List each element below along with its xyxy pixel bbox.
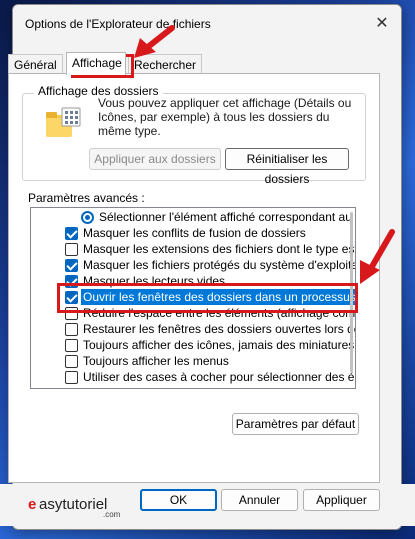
checkbox-hide-extensions[interactable] (65, 243, 78, 256)
checkbox-hide-protected[interactable] (65, 259, 78, 272)
tab-rechercher[interactable]: Rechercher (128, 54, 203, 74)
tab-affichage-label: Affichage (72, 56, 122, 70)
adv-item-label: Toujours afficher des icônes, jamais des… (83, 338, 355, 352)
radio-select-typed[interactable] (81, 211, 94, 224)
adv-item-label: Masquer les conflits de fusion de dossie… (83, 226, 306, 240)
adv-item-label: Masquer les extensions des fichiers dont… (83, 242, 355, 256)
tab-general[interactable]: Général (8, 54, 63, 74)
checkbox-always-icons[interactable] (65, 339, 78, 352)
svg-text:asytutoriel: asytutoriel (39, 496, 107, 513)
adv-item-label: Utiliser des cases à cocher pour sélecti… (83, 370, 355, 384)
ok-button[interactable]: OK (140, 489, 217, 511)
checkbox-always-menus[interactable] (65, 355, 78, 368)
close-icon[interactable]: ✕ (371, 13, 393, 35)
svg-text:e: e (28, 496, 36, 513)
easytutoriel-logo: e asytutoriel .com (28, 496, 121, 518)
folder-views-icon (46, 107, 81, 137)
adv-item-label: Ouvrir les fenêtres des dossiers dans un… (81, 289, 355, 305)
adv-item-label: Restaurer les fenêtres des dossiers ouve… (83, 322, 355, 336)
checkbox-use-checkboxes[interactable] (65, 371, 78, 384)
checkbox-hide-empty-drives[interactable] (65, 275, 78, 288)
apply-button[interactable]: Appliquer (303, 489, 380, 511)
tab-affichage[interactable]: Affichage (66, 52, 126, 75)
checkbox-compact-view[interactable] (65, 307, 78, 320)
list-scrollbar[interactable] (350, 212, 353, 372)
checkbox-merge-conflicts[interactable] (65, 227, 78, 240)
advanced-settings-title: Paramètres avancés : (28, 191, 145, 205)
advanced-settings-list[interactable]: Sélectionner l'élément affiché correspon… (30, 207, 356, 389)
adv-item-label: Sélectionner l'élément affiché correspon… (99, 210, 356, 224)
tab-rechercher-label: Rechercher (134, 58, 197, 72)
checkbox-restore-windows[interactable] (65, 323, 78, 336)
window-title: Options de l'Explorateur de fichiers (25, 17, 211, 31)
apply-to-folders-button[interactable]: Appliquer aux dossiers (89, 148, 221, 170)
restore-defaults-button[interactable]: Paramètres par défaut (232, 413, 359, 435)
checkbox-separate-process[interactable] (65, 291, 78, 304)
title-bar: Options de l'Explorateur de fichiers ✕ (13, 5, 401, 39)
cancel-button[interactable]: Annuler (221, 489, 298, 511)
adv-item-label: Masquer les fichiers protégés du système… (83, 258, 355, 272)
folder-views-description: Vous pouvez appliquer cet affichage (Dét… (98, 96, 352, 138)
svg-text:.com: .com (103, 510, 121, 518)
adv-item-label: Masquer les lecteurs vides (83, 274, 226, 288)
adv-item-label: Réduire l'espace entre les éléments (aff… (83, 306, 356, 320)
tab-general-label: Général (14, 58, 57, 72)
reset-folders-button[interactable]: Réinitialiser les dossiers (225, 148, 349, 186)
adv-item-label: Toujours afficher les menus (83, 354, 229, 368)
